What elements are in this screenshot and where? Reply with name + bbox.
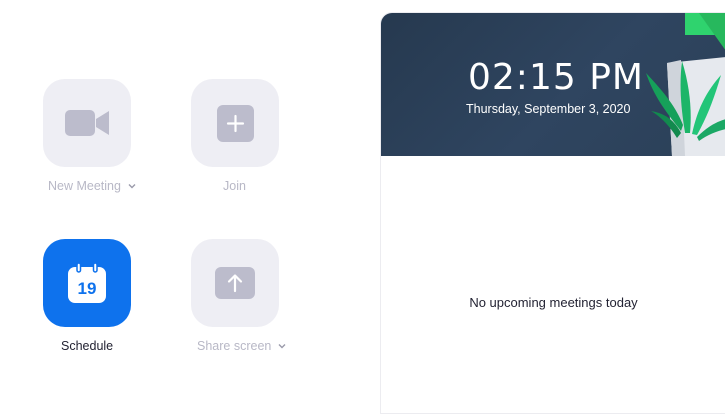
new-meeting-label-row[interactable]: New Meeting: [48, 179, 136, 193]
join-button[interactable]: [191, 79, 279, 167]
share-screen-button[interactable]: [191, 239, 279, 327]
schedule-label: Schedule: [61, 339, 114, 353]
share-screen-label: Share screen: [197, 339, 272, 353]
new-meeting-label: New Meeting: [48, 179, 121, 193]
no-meetings-message: No upcoming meetings today: [469, 295, 638, 310]
share-screen-label-row[interactable]: Share screen: [197, 339, 286, 353]
schedule-button[interactable]: 19: [43, 239, 131, 327]
join-label: Join: [223, 179, 246, 193]
plus-icon: [216, 104, 254, 142]
join-label-row: Join: [223, 179, 246, 193]
chevron-down-icon[interactable]: [278, 343, 286, 349]
current-date: Thursday, September 3, 2020: [466, 102, 631, 116]
new-meeting-button[interactable]: [43, 79, 131, 167]
schedule-label-row: Schedule: [61, 339, 113, 353]
calendar-icon: 19: [68, 263, 106, 303]
clock-header: 02:15 PM Thursday, September 3, 2020: [381, 13, 725, 156]
share-arrow-icon: [215, 267, 255, 299]
calendar-day-number: 19: [78, 279, 97, 298]
chevron-down-icon[interactable]: [128, 183, 136, 189]
video-camera-icon: [65, 110, 109, 136]
current-time: 02:15 PM: [468, 57, 644, 98]
meetings-panel: 02:15 PM Thursday, September 3, 2020 No …: [380, 12, 725, 414]
